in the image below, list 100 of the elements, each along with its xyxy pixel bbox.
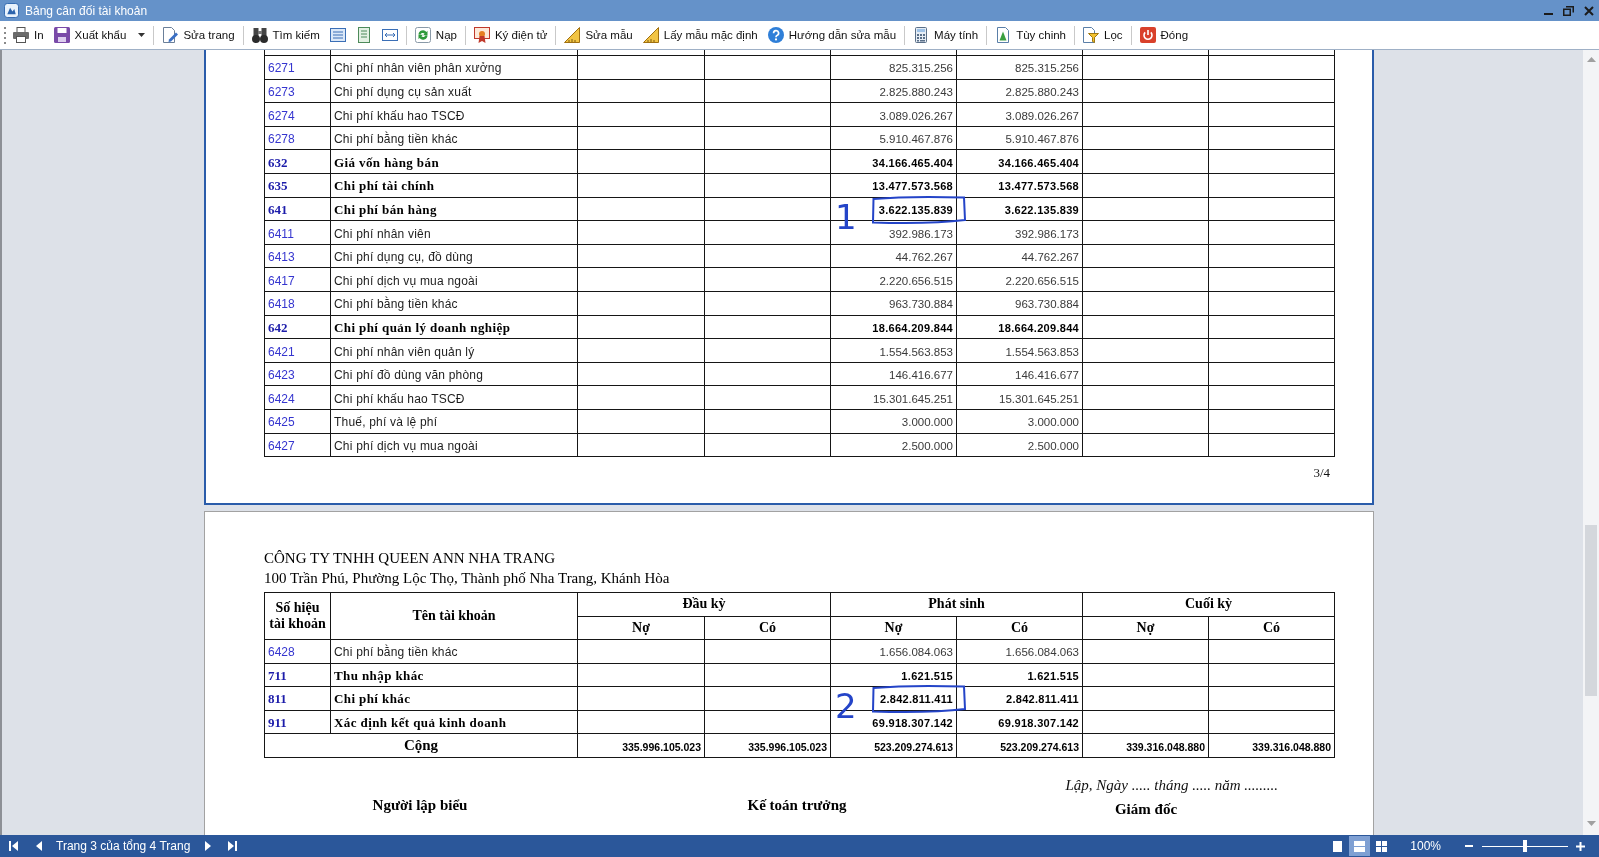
account-name: Chi phí bán hàng bbox=[334, 201, 437, 217]
amount: 963.730.884 bbox=[889, 298, 953, 311]
calculator-icon bbox=[913, 27, 930, 43]
edit-template-button[interactable]: Sửa mẫu bbox=[560, 24, 637, 46]
total-amount: 339.316.048.880 bbox=[1252, 740, 1332, 753]
amount: 13.477.573.568 bbox=[872, 180, 953, 193]
binoculars-icon bbox=[251, 27, 268, 43]
amount: 69.918.307.142 bbox=[872, 717, 953, 730]
amount: 1.554.563.853 bbox=[1005, 345, 1079, 358]
account-name: Chi phí khác bbox=[334, 691, 411, 707]
amount: 34.166.465.404 bbox=[998, 156, 1079, 169]
amount: 3.000.000 bbox=[901, 416, 953, 429]
column-header: Có bbox=[956, 616, 1083, 640]
column-header: Nợ bbox=[830, 616, 957, 640]
account-name: Chi phí khấu hao TSCĐ bbox=[334, 108, 465, 123]
zoom-level: 100% bbox=[1410, 839, 1441, 853]
fit-width-icon bbox=[381, 27, 398, 43]
template-help-button[interactable]: Hướng dẫn sửa mẫu bbox=[763, 24, 901, 46]
amount: 18.664.209.844 bbox=[872, 321, 953, 334]
amount: 34.166.465.404 bbox=[872, 156, 953, 169]
amount: 392.986.173 bbox=[889, 227, 953, 240]
view-mode-button[interactable] bbox=[1349, 836, 1371, 856]
total-amount: 339.316.048.880 bbox=[1126, 740, 1205, 753]
account-link[interactable]: 641 bbox=[268, 201, 288, 217]
certificate-icon bbox=[473, 27, 490, 43]
filter-icon bbox=[1083, 27, 1099, 43]
amount: 1.554.563.853 bbox=[879, 345, 953, 358]
account-link[interactable]: 811 bbox=[268, 691, 287, 707]
amount: 69.918.307.142 bbox=[998, 717, 1079, 730]
plus-icon[interactable] bbox=[1576, 841, 1585, 851]
restore-icon[interactable] bbox=[1563, 5, 1574, 16]
amount: 1.621.515 bbox=[901, 669, 953, 682]
account-link[interactable]: 711 bbox=[268, 667, 287, 683]
account-link[interactable]: 642 bbox=[268, 319, 288, 335]
total-amount: 335.996.105.023 bbox=[748, 740, 827, 753]
account-name: Chi phí nhân viên quản lý bbox=[334, 344, 475, 359]
column-header: Số hiệu tài khoản bbox=[264, 592, 331, 640]
window-title: Bảng cân đối tài khoản bbox=[25, 3, 149, 18]
account-name: Chi phí bằng tiền khác bbox=[334, 297, 458, 312]
amount: 2.220.656.515 bbox=[1005, 274, 1079, 287]
amount: 3.089.026.267 bbox=[879, 109, 953, 122]
amount: 825.315.256 bbox=[1015, 62, 1079, 75]
column-header: Nợ bbox=[1082, 616, 1209, 640]
printer-icon bbox=[13, 27, 29, 43]
amount: 2.220.656.515 bbox=[879, 274, 953, 287]
zoom-slider-thumb[interactable] bbox=[1523, 840, 1527, 852]
total-amount: 335.996.105.023 bbox=[622, 740, 701, 753]
column-header: Tên tài khoản bbox=[330, 592, 578, 640]
page-indicator: Trang 3 của tổng 4 Trang bbox=[56, 839, 191, 853]
account-name: Chi phí dụng cụ sản xuất bbox=[334, 85, 472, 99]
account-name: Chi phí tài chính bbox=[334, 178, 435, 194]
scrollbar-thumb[interactable] bbox=[1585, 525, 1597, 696]
column-group-header: Đầu kỳ bbox=[577, 592, 831, 617]
amount: 44.762.267 bbox=[895, 251, 953, 264]
edit-page-button[interactable]: Sửa trang bbox=[158, 24, 239, 46]
close-icon[interactable] bbox=[1584, 5, 1594, 16]
total-amount: 523.209.274.613 bbox=[874, 740, 953, 753]
account-name: Chi phí dụng cụ, đồ dùng bbox=[334, 250, 473, 265]
account-link[interactable]: 911 bbox=[268, 715, 287, 731]
total-amount: 523.209.274.613 bbox=[1000, 740, 1079, 753]
close-button[interactable]: Đóng bbox=[1135, 24, 1193, 46]
export-button[interactable]: Xuất khẩu bbox=[49, 24, 150, 46]
print-button[interactable]: In bbox=[9, 24, 48, 46]
account-name: Chi phí bằng tiền khác bbox=[334, 645, 458, 660]
amount: 2.842.811.411 bbox=[879, 693, 953, 706]
company-address: 100 Trần Phú, Phường Lộc Thọ, Thành phố Nha Trang, Khánh Hòa bbox=[264, 569, 670, 589]
customize-button[interactable]: Tùy chinh bbox=[991, 24, 1070, 46]
date-line: Lập, Ngày ..... tháng ..... năm ......... bbox=[1065, 776, 1278, 793]
amount: 5.910.467.876 bbox=[879, 133, 953, 146]
first-page-icon[interactable] bbox=[9, 841, 18, 851]
reload-button[interactable]: Nạp bbox=[410, 24, 461, 46]
amount: 3.622.135.839 bbox=[1004, 203, 1079, 216]
find-button[interactable]: Tìm kiếm bbox=[247, 24, 324, 46]
amount: 392.986.173 bbox=[1015, 227, 1079, 240]
account-name: Chi phí dịch vụ mua ngoài bbox=[334, 273, 478, 288]
account-name: Chi phí quản lý doanh nghiệp bbox=[334, 319, 511, 335]
page-number: 3/4 bbox=[1313, 465, 1330, 481]
calculator-button[interactable]: Máy tính bbox=[909, 24, 983, 46]
filter-button[interactable]: Lọc bbox=[1079, 24, 1127, 46]
page-lines-icon bbox=[329, 27, 346, 43]
next-icon[interactable] bbox=[205, 841, 212, 851]
account-name: Thuế, phí và lệ phí bbox=[334, 415, 438, 430]
amount: 2.825.880.243 bbox=[1005, 86, 1079, 98]
sign-button[interactable]: Ký điện tử bbox=[469, 24, 552, 46]
signature-title: Kế toán trưởng bbox=[747, 796, 847, 813]
previous-icon[interactable] bbox=[36, 841, 42, 851]
default-template-button[interactable]: Lấy mẫu mặc định bbox=[638, 24, 762, 46]
app-icon bbox=[4, 3, 19, 18]
amount: 3.622.135.839 bbox=[878, 203, 953, 216]
stacked-pages-icon bbox=[1354, 840, 1366, 852]
account-name: Chi phí bằng tiền khác bbox=[334, 132, 458, 147]
minimize-icon[interactable] bbox=[1544, 12, 1553, 15]
account-link[interactable]: 635 bbox=[268, 178, 288, 194]
account-link[interactable]: 632 bbox=[268, 154, 288, 170]
grid-icon bbox=[1376, 840, 1388, 852]
amount: 3.000.000 bbox=[1027, 416, 1079, 429]
amount: 2.500.000 bbox=[1027, 439, 1079, 452]
last-page-icon[interactable] bbox=[228, 841, 238, 851]
column-header: Có bbox=[1208, 616, 1335, 640]
total-label: Cộng bbox=[264, 733, 578, 758]
